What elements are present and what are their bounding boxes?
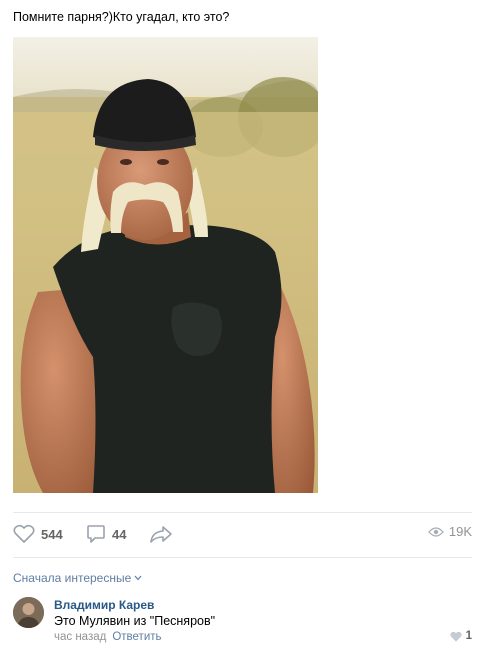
comment-like-count: 1 [465, 630, 472, 642]
views-counter: 19K [427, 524, 472, 539]
heart-icon [13, 524, 35, 543]
comment-button[interactable]: 44 [86, 524, 126, 544]
chevron-down-icon [134, 575, 142, 581]
comment-count: 44 [112, 526, 127, 542]
eye-icon [427, 526, 444, 537]
share-button[interactable] [149, 524, 173, 544]
comments-sort-dropdown[interactable]: Сначала интересные [13, 571, 142, 585]
like-button[interactable]: 544 [13, 524, 63, 544]
views-count: 19K [448, 524, 472, 539]
post-actions: 544 44 19K [13, 520, 472, 550]
comment-author-link[interactable]: Владимир Карев [54, 598, 154, 612]
post-divider [13, 512, 472, 513]
comment-item: Владимир Карев Это Мулявин из "Песняров"… [13, 597, 472, 647]
comment-text: Это Мулявин из "Песняров" [54, 614, 216, 628]
share-arrow-icon [150, 526, 172, 543]
heart-icon [449, 631, 462, 641]
man-in-bandana-photo [13, 37, 318, 493]
comment-time[interactable]: час назад [54, 631, 106, 643]
comment-meta: час назад Ответить [54, 631, 162, 643]
post-photo[interactable] [13, 37, 318, 493]
comment-like-button[interactable]: 1 [449, 630, 472, 642]
reply-button[interactable]: Ответить [112, 631, 161, 643]
avatar-image [13, 597, 44, 628]
comment-bubble-icon [87, 525, 105, 543]
comments-divider [13, 557, 472, 558]
like-count: 544 [41, 526, 63, 542]
post-text: Помните парня?)Кто угадал, кто это? [13, 10, 230, 24]
avatar[interactable] [13, 597, 44, 628]
sort-label: Сначала интересные [13, 571, 132, 585]
